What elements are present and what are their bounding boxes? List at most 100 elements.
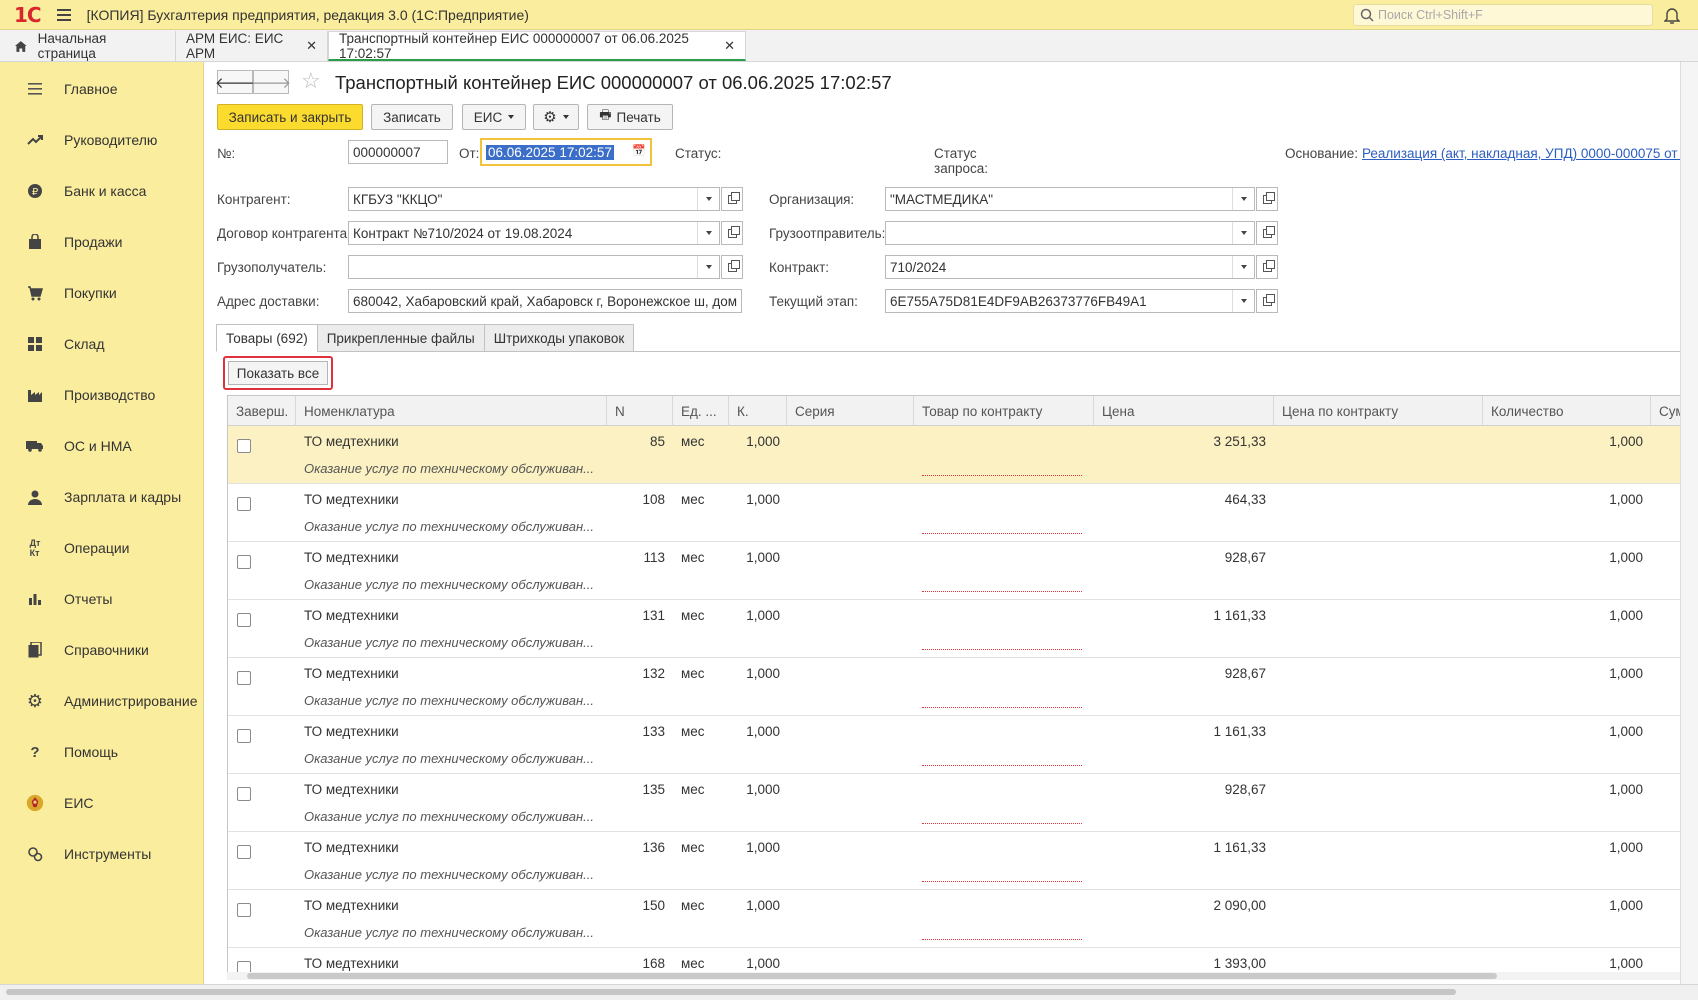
calendar-icon[interactable]: 📅 <box>632 144 646 157</box>
eis-menu-button[interactable]: ЕИС <box>462 104 526 130</box>
table-row[interactable]: ТО медтехники Оказание услуг по техническ… <box>228 774 1680 832</box>
dropdown-button[interactable] <box>697 188 719 210</box>
col-k[interactable]: К. <box>729 396 787 426</box>
dropdown-button[interactable] <box>1232 188 1254 210</box>
table-row[interactable]: ТО медтехники Оказание услуг по техническ… <box>228 658 1680 716</box>
sidebar-item-manager[interactable]: Руководителю <box>0 120 204 160</box>
col-sum[interactable]: Сум <box>1651 396 1680 426</box>
sidebar-item-admin[interactable]: ⚙ Администрирование <box>0 681 204 721</box>
sidebar-item-warehouse[interactable]: Склад <box>0 324 204 364</box>
stage-field[interactable]: 6E755A75D81E4DF9AB26373776FB49A1 <box>885 289 1255 313</box>
table-row[interactable]: ТО медтехники 168 мес 1,000 1 393,00 1,000 <box>228 948 1680 974</box>
date-field[interactable]: 06.06.2025 17:02:57 📅 <box>480 138 652 166</box>
done-checkbox[interactable] <box>237 555 251 569</box>
bell-icon[interactable] <box>1664 6 1680 24</box>
col-contract-item[interactable]: Товар по контракту <box>914 396 1094 426</box>
col-series[interactable]: Серия <box>787 396 914 426</box>
table-row[interactable]: ТО медтехники Оказание услуг по техническ… <box>228 484 1680 542</box>
col-done[interactable]: Заверш. <box>228 396 296 426</box>
table-row[interactable]: ТО медтехники Оказание услуг по техническ… <box>228 542 1680 600</box>
tab-home[interactable]: Начальная страница <box>0 31 176 61</box>
done-checkbox[interactable] <box>237 729 251 743</box>
col-nomenclature[interactable]: Номенклатура <box>296 396 607 426</box>
goods-table[interactable]: Заверш. Номенклатура N Ед. ... К. Серия … <box>227 395 1680 975</box>
sidebar-item-purchases[interactable]: Покупки <box>0 273 204 313</box>
open-button[interactable] <box>721 255 743 279</box>
save-close-button[interactable]: Записать и закрыть <box>217 104 363 130</box>
done-checkbox[interactable] <box>237 497 251 511</box>
sidebar-item-help[interactable]: ? Помощь <box>0 732 204 772</box>
tab-attached-files[interactable]: Прикрепленные файлы <box>316 324 485 352</box>
open-button[interactable] <box>1256 221 1278 245</box>
col-n[interactable]: N <box>607 396 673 426</box>
done-checkbox[interactable] <box>237 671 251 685</box>
sidebar-item-tools[interactable]: Инструменты <box>0 834 204 874</box>
organization-field[interactable]: "МАСТМЕДИКА" <box>885 187 1255 211</box>
sidebar-item-sales[interactable]: Продажи <box>0 222 204 262</box>
consignee-field[interactable] <box>348 255 720 279</box>
open-button[interactable] <box>1256 289 1278 313</box>
tab-goods[interactable]: Товары (692) <box>216 324 318 352</box>
tab-package-barcodes[interactable]: Штрихкоды упаковок <box>483 324 635 352</box>
back-button[interactable]: 🡐 <box>215 70 255 94</box>
done-checkbox[interactable] <box>237 845 251 859</box>
number-field[interactable]: 000000007 <box>348 140 448 164</box>
table-row[interactable]: ТО медтехники Оказание услуг по техническ… <box>228 832 1680 890</box>
close-icon[interactable]: ✕ <box>724 38 735 54</box>
sidebar-item-salary[interactable]: Зарплата и кадры <box>0 477 204 517</box>
horizontal-scrollbar[interactable] <box>227 972 1680 980</box>
bottom-scrollbar[interactable] <box>0 984 1698 1000</box>
scrollbar-thumb[interactable] <box>247 973 1497 979</box>
contract-field[interactable]: Контракт №710/2024 от 19.08.2024 <box>348 221 720 245</box>
done-checkbox[interactable] <box>237 787 251 801</box>
forward-button[interactable]: 🡒 <box>251 70 291 94</box>
print-button[interactable]: 🖶 Печать <box>587 104 673 130</box>
col-contract-price[interactable]: Цена по контракту <box>1274 396 1483 426</box>
more-actions-button[interactable]: ⚙ <box>533 104 579 130</box>
tab-document[interactable]: Транспортный контейнер ЕИС 000000007 от … <box>328 31 746 61</box>
dropdown-button[interactable] <box>1232 256 1254 278</box>
scrollbar-thumb[interactable] <box>6 989 1456 995</box>
table-row[interactable]: ТО медтехники Оказание услуг по техническ… <box>228 716 1680 774</box>
done-checkbox[interactable] <box>237 903 251 917</box>
table-row[interactable]: ТО медтехники Оказание услуг по техническ… <box>228 890 1680 948</box>
table-row[interactable]: ТО медтехники Оказание услуг по техническ… <box>228 600 1680 658</box>
global-search-input[interactable]: Поиск Ctrl+Shift+F <box>1353 4 1653 26</box>
done-checkbox[interactable] <box>237 439 251 453</box>
open-button[interactable] <box>1256 187 1278 211</box>
table-row[interactable]: ТО медтехники Оказание услуг по техническ… <box>228 426 1680 484</box>
col-quantity[interactable]: Количество <box>1483 396 1651 426</box>
main-menu-icon[interactable] <box>56 8 71 21</box>
vertical-scrollbar[interactable] <box>1680 62 1698 984</box>
show-all-button[interactable]: Показать все <box>228 361 328 385</box>
dropdown-button[interactable] <box>1232 222 1254 244</box>
star-icon[interactable]: ☆ <box>301 68 321 94</box>
dropdown-button[interactable] <box>697 222 719 244</box>
sidebar-item-main[interactable]: Главное <box>0 69 204 109</box>
col-price[interactable]: Цена <box>1094 396 1274 426</box>
dropdown-button[interactable] <box>697 256 719 278</box>
dropdown-button[interactable] <box>1232 290 1254 312</box>
open-button[interactable] <box>1256 255 1278 279</box>
kontrakt-field[interactable]: 710/2024 <box>885 255 1255 279</box>
address-field[interactable]: 680042, Хабаровский край, Хабаровск г, В… <box>348 289 742 313</box>
counterparty-field[interactable]: КГБУЗ "ККЦО" <box>348 187 720 211</box>
basis-link[interactable]: Реализация (акт, накладная, УПД) 0000-00… <box>1362 146 1680 161</box>
sidebar-item-label: Зарплата и кадры <box>64 489 182 505</box>
tab-arm-eis[interactable]: АРМ ЕИС: ЕИС АРМ ✕ <box>176 31 328 61</box>
sidebar-item-bank[interactable]: ₽ Банк и касса <box>0 171 204 211</box>
1c-logo-icon[interactable]: 1С <box>14 3 42 27</box>
sidebar-item-eis[interactable]: ЕИС <box>0 783 204 823</box>
save-button[interactable]: Записать <box>371 104 453 130</box>
col-unit[interactable]: Ед. ... <box>673 396 729 426</box>
close-icon[interactable]: ✕ <box>306 38 317 54</box>
open-button[interactable] <box>721 187 743 211</box>
open-button[interactable] <box>721 221 743 245</box>
shipper-field[interactable] <box>885 221 1255 245</box>
sidebar-item-operations[interactable]: Дт Кт Операции <box>0 528 204 568</box>
done-checkbox[interactable] <box>237 613 251 627</box>
sidebar-item-assets[interactable]: ОС и НМА <box>0 426 204 466</box>
sidebar-item-catalogs[interactable]: Справочники <box>0 630 204 670</box>
sidebar-item-reports[interactable]: Отчеты <box>0 579 204 619</box>
sidebar-item-production[interactable]: Производство <box>0 375 204 415</box>
